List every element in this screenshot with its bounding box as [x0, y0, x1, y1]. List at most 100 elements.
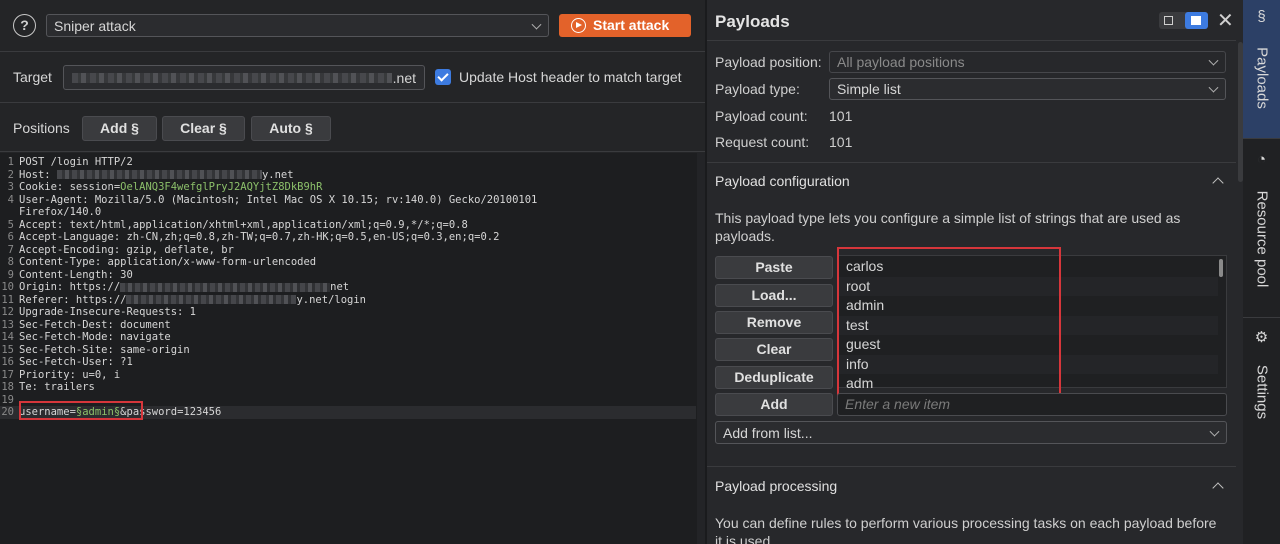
target-value-suffix: .net	[392, 70, 416, 86]
line-text: Sec-Fetch-Dest: document	[19, 318, 171, 331]
update-host-checkbox[interactable]	[435, 69, 451, 85]
processing-title[interactable]: Payload processing	[715, 478, 837, 494]
line-number: 3	[7, 181, 14, 193]
request-line[interactable]: 7 Accept-Encoding: gzip, deflate, br	[0, 244, 696, 257]
request-editor[interactable]: 1 POST /login HTTP/2 2 Host: y.net 3 Cookie: …	[0, 153, 705, 544]
line-number: 6	[7, 231, 14, 243]
line-number: 5	[7, 218, 14, 231]
line-text: Priority: u=0, i	[19, 368, 121, 381]
update-host-label: Update Host header to match target	[459, 69, 682, 85]
tab-settings[interactable]: ⚙ Settings	[1243, 318, 1280, 438]
auto-marker-button[interactable]: Auto §	[251, 116, 331, 141]
request-line[interactable]: 4 User-Agent: Mozilla/5.0 (Macintosh; Int…	[0, 194, 696, 207]
line-number: 2	[7, 168, 14, 181]
payload-position-select[interactable]: All payload positions	[829, 51, 1226, 73]
positions-row: Positions Add § Clear § Auto §	[0, 104, 705, 152]
payload-position-value: All payload positions	[837, 54, 965, 70]
tab-resource-pool-label: Resource pool	[1253, 190, 1270, 288]
request-line[interactable]: 16 Sec-Fetch-User: ?1	[0, 356, 696, 369]
request-line[interactable]: 18 Te: trailers	[0, 381, 696, 394]
chevron-down-icon	[531, 19, 542, 30]
line-number: 7	[7, 243, 14, 256]
request-line[interactable]: 12 Upgrade-Insecure-Requests: 1	[0, 306, 696, 319]
request-line[interactable]: 6 Accept-Language: zh-CN,zh;q=0.8,zh-TW;q…	[0, 231, 696, 244]
config-title[interactable]: Payload configuration	[715, 173, 850, 189]
payload-type-label: Payload type:	[715, 81, 800, 97]
line-text-tail: y.net/login	[296, 293, 367, 306]
layout-panel-icon[interactable]	[1185, 12, 1208, 29]
request-line[interactable]: 14 Sec-Fetch-Mode: navigate	[0, 331, 696, 344]
add-marker-button[interactable]: Add §	[82, 116, 157, 141]
play-icon	[571, 18, 586, 33]
line-text: Firefox/140.0	[19, 206, 102, 218]
processing-description: You can define rules to perform various …	[715, 515, 1217, 544]
payload-count-value: 101	[829, 108, 853, 124]
remove-button[interactable]: Remove	[715, 311, 833, 334]
request-line[interactable]: 2 Host: y.net	[0, 169, 696, 182]
tab-payloads[interactable]: § Payloads	[1243, 0, 1280, 138]
line-text: Sec-Fetch-Mode: navigate	[19, 331, 171, 343]
layout-split-icon[interactable]	[1164, 16, 1173, 25]
collapse-icon[interactable]	[1212, 482, 1224, 494]
request-line[interactable]: 5 Accept: text/html,application/xhtml+xml…	[0, 219, 696, 232]
request-line[interactable]: 15 Sec-Fetch-Site: same-origin	[0, 344, 696, 357]
positions-label: Positions	[13, 120, 70, 136]
line-text: Sec-Fetch-User: ?1	[19, 356, 133, 368]
config-description: This payload type lets you configure a s…	[715, 210, 1181, 244]
line-number: 17	[1, 368, 14, 381]
side-tabs: § Payloads ◔ Resource pool ⚙ Settings	[1243, 0, 1280, 544]
new-item-input[interactable]: Enter a new item	[837, 393, 1227, 416]
line-number: 11	[1, 293, 14, 306]
add-button[interactable]: Add	[715, 393, 833, 416]
add-from-list-value: Add from list...	[723, 424, 813, 441]
request-line[interactable]: 13 Sec-Fetch-Dest: document	[0, 319, 696, 332]
request-line[interactable]: 8 Content-Type: application/x-www-form-ur…	[0, 256, 696, 269]
target-input[interactable]: .net	[63, 65, 425, 90]
start-attack-button[interactable]: Start attack	[559, 14, 691, 37]
line-text: Content-Type: application/x-www-form-url…	[19, 256, 317, 268]
payload-list-highlight	[837, 247, 1061, 398]
close-icon[interactable]: ✕	[1217, 8, 1234, 33]
help-icon[interactable]: ?	[13, 14, 36, 37]
editor-scrollbar[interactable]	[697, 153, 705, 544]
line-number: 12	[1, 306, 14, 318]
request-count-label: Request count:	[715, 134, 810, 150]
line-number: 20	[1, 406, 14, 418]
clear-button[interactable]: Clear	[715, 338, 833, 361]
redacted-host	[72, 73, 392, 83]
layout-toggle[interactable]	[1159, 12, 1208, 29]
request-line[interactable]: 17 Priority: u=0, i	[0, 369, 696, 382]
paste-button[interactable]: Paste	[715, 256, 833, 279]
line-text: Te: trailers	[19, 381, 95, 393]
clear-marker-button[interactable]: Clear §	[162, 116, 245, 141]
add-from-list-select[interactable]: Add from list...	[715, 421, 1227, 444]
payload-type-value: Simple list	[837, 81, 901, 97]
request-line[interactable]: 1 POST /login HTTP/2	[0, 156, 696, 169]
line-number: 13	[1, 318, 14, 331]
request-line[interactable]: 11 Referer: https:// y.net/login	[0, 294, 696, 307]
line-text-tail: y.net	[261, 168, 294, 181]
request-line[interactable]: 10 Origin: https:// net	[0, 281, 696, 294]
line-number: 1	[7, 156, 14, 168]
request-line[interactable]: Firefox/140.0	[0, 206, 696, 219]
tab-settings-label: Settings	[1253, 364, 1270, 420]
payload-type-select[interactable]: Simple list	[829, 78, 1226, 100]
attack-type-select[interactable]: Sniper attack	[46, 14, 549, 37]
list-scrollbar[interactable]	[1219, 259, 1223, 277]
request-line[interactable]: 3 Cookie: session=OelANQ3F4wefglPryJ2AQYj…	[0, 181, 696, 194]
line-number: 16	[1, 356, 14, 368]
request-line[interactable]: 9 Content-Length: 30	[0, 269, 696, 282]
chevron-down-icon	[1208, 82, 1219, 93]
tab-resource-pool[interactable]: ◔ Resource pool	[1243, 139, 1280, 317]
line-number: 10	[1, 281, 14, 293]
line-text: Host:	[19, 168, 57, 181]
session-token: OelANQ3F4wefglPryJ2AQYjtZ8DkB9hR	[120, 181, 323, 193]
load-button[interactable]: Load...	[715, 284, 833, 307]
line-text: Cookie: session=	[19, 181, 121, 193]
collapse-icon[interactable]	[1212, 177, 1224, 189]
attack-type-value: Sniper attack	[54, 17, 136, 34]
gear-icon: ⚙	[1254, 329, 1269, 346]
payload-summary-section: Payload position: All payload positions …	[707, 40, 1236, 162]
payloads-panel: Payloads ✕ Payload position: All payload…	[707, 0, 1243, 544]
deduplicate-button[interactable]: Deduplicate	[715, 366, 833, 389]
